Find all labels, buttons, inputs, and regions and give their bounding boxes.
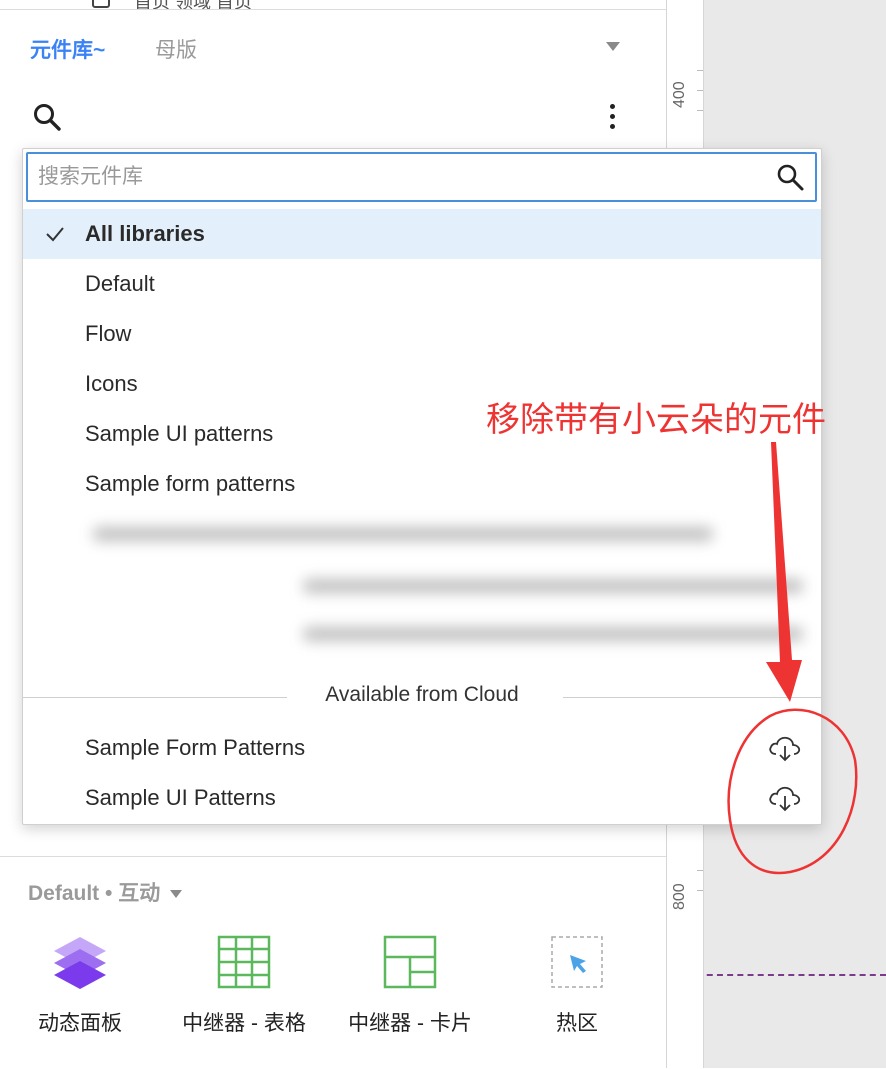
widget-dynamic-panel[interactable]: 动态面板 (5, 935, 155, 1045)
widget-repeater-card[interactable]: 中继器 - 卡片 (335, 935, 485, 1045)
library-selector[interactable]: Default • 互动 (28, 877, 183, 907)
library-search-field (26, 152, 817, 202)
ruler-tick (697, 70, 703, 71)
chevron-down-icon (170, 890, 183, 899)
ruler-tick (697, 870, 703, 871)
ruler-tick (697, 110, 703, 111)
widget-label: 中继器 - 卡片 (348, 1012, 472, 1035)
dynamic-panel-icon (54, 937, 106, 989)
library-option-default[interactable]: Default (23, 259, 821, 309)
blurred-region (63, 509, 821, 661)
library-option-all[interactable]: All libraries (23, 209, 821, 259)
cloud-section-title: Available from Cloud (325, 683, 519, 706)
top-strip: 首页 领域 首页 (0, 0, 666, 10)
tab-libraries[interactable]: 元件库~ (30, 34, 105, 64)
annotation-text: 移除带有小云朵的元件 (486, 401, 826, 439)
cloud-download-icon[interactable] (767, 733, 803, 763)
library-option-label: Sample UI patterns (85, 421, 274, 446)
library-selector-label: Default • 互动 (28, 882, 161, 905)
hotspot-icon (551, 936, 603, 988)
ruler-label-400: 400 (671, 81, 688, 108)
library-option-label: All libraries (85, 221, 205, 246)
library-dropdown: All libraries Default Flow Icons Sample … (22, 148, 822, 825)
widget-hotspot[interactable]: 热区 (502, 935, 652, 1045)
library-option-label: Icons (85, 371, 138, 396)
widget-library-area: Default • 互动 动态面板 中继器 - 表格 中继器 - 卡片 热区 (0, 856, 666, 1069)
ruler-label-800: 800 (671, 883, 688, 910)
library-option-label: Sample UI Patterns (85, 785, 276, 810)
library-option-flow[interactable]: Flow (23, 309, 821, 359)
more-options-icon[interactable] (604, 104, 620, 134)
library-option-sample-form[interactable]: Sample form patterns (23, 459, 821, 509)
tab-masters[interactable]: 母版 (155, 34, 197, 64)
search-icon[interactable] (32, 102, 64, 134)
top-strip-text: 首页 领域 首页 (134, 0, 253, 10)
widget-label: 热区 (556, 1012, 598, 1035)
widget-label: 中继器 - 表格 (182, 1012, 306, 1035)
ruler-tick (697, 890, 703, 891)
widget-label: 动态面板 (38, 1012, 122, 1035)
cloud-library-sample-ui[interactable]: Sample UI Patterns (23, 773, 821, 823)
search-icon[interactable] (775, 162, 805, 192)
widget-repeater-table[interactable]: 中继器 - 表格 (169, 935, 319, 1045)
library-option-label: Sample form patterns (85, 471, 296, 496)
ruler-tick (697, 90, 703, 91)
library-option-label: Default (85, 271, 155, 296)
library-option-label: Flow (85, 321, 132, 346)
checkbox-partial[interactable] (92, 0, 110, 8)
panel-collapse-caret-icon[interactable] (606, 42, 620, 51)
library-option-label: Sample Form Patterns (85, 735, 306, 760)
library-search-input[interactable] (28, 154, 778, 200)
checkmark-icon (46, 227, 64, 242)
repeater-card-icon (383, 935, 437, 989)
cloud-library-sample-form[interactable]: Sample Form Patterns (23, 723, 821, 773)
cloud-download-icon[interactable] (767, 783, 803, 813)
repeater-table-icon (217, 935, 271, 989)
